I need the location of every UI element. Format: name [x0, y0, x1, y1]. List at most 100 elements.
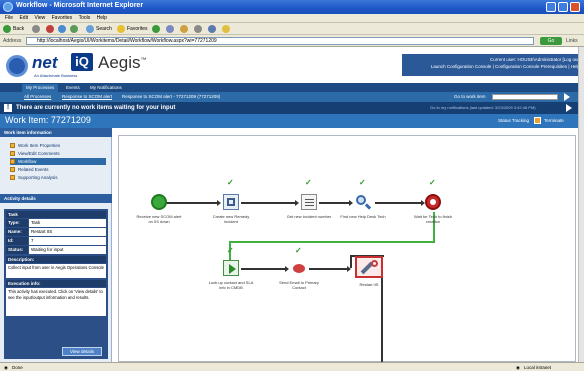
connector — [350, 256, 352, 268]
refresh-icon[interactable] — [58, 25, 66, 33]
connector-path — [229, 241, 435, 243]
alert-bar: ! There are currently no work items wait… — [0, 102, 584, 114]
task-row-name: Name: Restart IIS — [6, 228, 106, 236]
task-key: Name: — [6, 228, 28, 236]
task-value: Task — [29, 219, 106, 227]
tab-my-notifications[interactable]: My Notifications — [86, 84, 126, 92]
node-label: Send Email to Primary Contact — [279, 280, 319, 290]
menu-file[interactable]: File — [5, 14, 13, 23]
mail-icon[interactable] — [180, 25, 188, 33]
node-label: Restart IIS — [359, 282, 379, 287]
notifications-link[interactable]: Go to my notifications (last updated: 3/… — [430, 102, 536, 114]
execution-info-text: This activity has executed. Click on 'Vi… — [6, 288, 106, 316]
title-bar: Workflow - Microsoft Internet Explorer — [0, 0, 584, 14]
breadcrumb-current: Response to SCOM alert - 77271209 (77271… — [122, 94, 221, 99]
document-icon[interactable] — [301, 194, 317, 210]
tab-events[interactable]: Events — [62, 84, 84, 92]
search-icon[interactable] — [355, 194, 372, 210]
view-details-button[interactable]: View details — [62, 347, 102, 356]
play-triangle — [229, 264, 236, 274]
goto-arrow-icon[interactable] — [564, 93, 570, 101]
menu-tools[interactable]: Tools — [79, 14, 91, 23]
menu-help[interactable]: Help — [97, 14, 107, 23]
description-label: Description: — [6, 256, 106, 263]
node-label: Receive new SCOM alert on IIS down — [136, 214, 182, 224]
connector-arrow — [217, 200, 221, 206]
folder-icon[interactable] — [222, 25, 230, 33]
node-label: Wait for Tech to finish creation — [413, 214, 452, 224]
doc-line — [305, 202, 314, 203]
page-icon — [10, 167, 15, 172]
logo-iq-text: iQ — [71, 53, 93, 71]
doc-line — [305, 199, 314, 200]
sidebar-item-related-events[interactable]: Related Events — [10, 166, 106, 173]
connector-arrow — [285, 266, 289, 272]
maximize-button[interactable] — [558, 2, 568, 12]
wrench-icon[interactable] — [355, 256, 383, 278]
page-icon — [10, 151, 15, 156]
task-row-type: Type: Task — [6, 219, 106, 227]
sidebar: Work item information Work Item Properti… — [0, 128, 112, 362]
status-bar: ◉ Done ◉ Local intranet — [0, 362, 584, 371]
favorites-button[interactable]: Favorites — [127, 24, 148, 34]
sidebar-item-workflow[interactable]: Workflow — [10, 158, 106, 165]
breadcrumb-all-processes[interactable]: All Processes — [24, 92, 51, 102]
terminate-button[interactable]: Terminate — [544, 115, 564, 127]
goto-work-item-input[interactable] — [492, 94, 558, 100]
trademark: ™ — [140, 57, 147, 64]
zone-text: Local intranet — [524, 365, 552, 370]
tab-my-processes[interactable]: My Processes — [22, 84, 59, 92]
stop-icon[interactable] — [425, 194, 441, 210]
toolbar: Back Search Favorites — [0, 23, 584, 35]
home-icon[interactable] — [70, 25, 78, 33]
search-button[interactable]: Search — [96, 24, 112, 34]
email-icon[interactable] — [291, 260, 307, 276]
menu-edit[interactable]: Edit — [19, 14, 28, 23]
current-user-text[interactable]: Current user: HOUSE\Administrator [Log o… — [406, 56, 580, 63]
ie-logo-icon — [3, 2, 13, 12]
address-input[interactable]: http://localhost/Aegis/UI/Workitems/Deta… — [26, 37, 534, 45]
email-shape — [293, 264, 305, 273]
sidebar-item-comments[interactable]: View/Edit Comments — [10, 150, 106, 157]
completed-check-icon: ✓ — [295, 246, 302, 255]
page-title: Work Item: 77271209 — [5, 115, 91, 125]
page-icon — [10, 175, 15, 180]
task-row-status: Status: Waiting for input — [6, 246, 106, 254]
status-done-icon: ◉ — [4, 365, 8, 370]
sidebar-item-label: View/Edit Comments — [18, 151, 60, 156]
print-icon[interactable] — [194, 25, 202, 33]
form-icon[interactable] — [223, 194, 239, 210]
menu-favorites[interactable]: Favorites — [52, 14, 73, 23]
search-icon[interactable] — [86, 25, 94, 33]
notifications-arrow-icon[interactable] — [566, 104, 572, 112]
forward-icon[interactable] — [32, 25, 40, 33]
links-label[interactable]: Links — [566, 36, 578, 46]
media-icon[interactable] — [152, 25, 160, 33]
connector-arrow — [349, 200, 353, 206]
back-icon[interactable] — [3, 25, 11, 33]
minimize-button[interactable] — [546, 2, 556, 12]
status-tracking-link[interactable]: Status Tracking — [498, 115, 529, 127]
go-button[interactable]: Go — [540, 37, 562, 45]
back-button[interactable]: Back — [13, 24, 24, 34]
sidebar-item-properties[interactable]: Work Item Properties — [10, 142, 106, 149]
address-bar: Address http://localhost/Aegis/UI/Workit… — [0, 35, 584, 47]
header-links[interactable]: Launch Configuration Console | Configura… — [406, 63, 580, 70]
sidebar-item-supporting-analysis[interactable]: Supporting Analysis — [10, 174, 106, 181]
breadcrumb-process[interactable]: Response to SCOM alert — [62, 92, 112, 102]
favorites-star-icon[interactable] — [117, 25, 125, 33]
terminate-icon[interactable] — [534, 117, 541, 124]
workflow-canvas: Receive new SCOM alert on IIS down ✓ Cre… — [118, 135, 576, 362]
logo-subtitle: An Attachmate Business — [34, 73, 78, 78]
menu-view[interactable]: View — [34, 14, 45, 23]
close-button[interactable] — [570, 2, 580, 12]
form-box — [227, 198, 235, 206]
edit-icon[interactable] — [208, 25, 216, 33]
play-icon[interactable] — [223, 260, 239, 276]
page-scrollbar[interactable] — [578, 47, 584, 362]
task-header: Task — [6, 211, 106, 218]
history-icon[interactable] — [166, 25, 174, 33]
task-value: Waiting for input — [29, 246, 106, 254]
start-icon[interactable] — [151, 194, 167, 210]
stop-icon[interactable] — [46, 25, 54, 33]
